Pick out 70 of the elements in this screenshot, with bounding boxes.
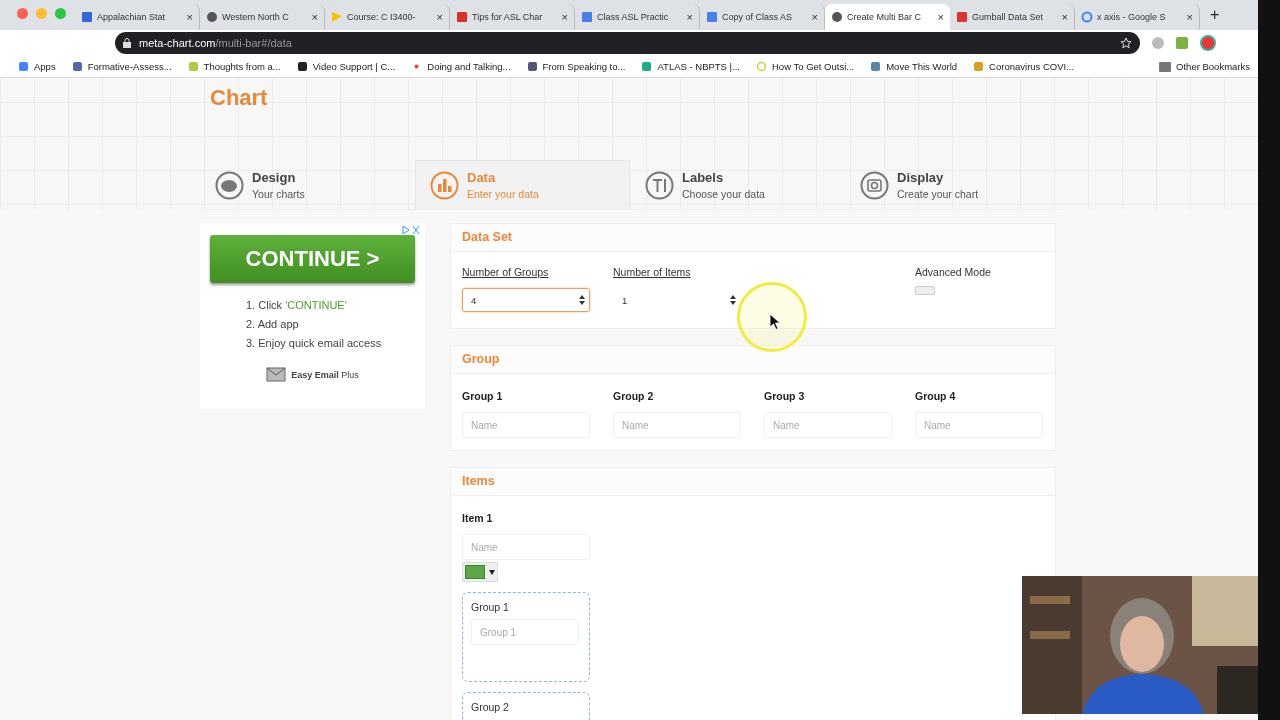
ad-choices-icon[interactable] xyxy=(401,225,421,235)
record-icon[interactable] xyxy=(1200,35,1216,51)
extension-icon[interactable] xyxy=(1152,37,1164,49)
number-select[interactable]: 1 xyxy=(613,288,741,312)
star-icon[interactable] xyxy=(1120,37,1132,49)
field-label: Group 4 xyxy=(915,390,957,402)
close-tab-button[interactable]: × xyxy=(1061,11,1068,23)
ring-icon xyxy=(756,61,767,72)
browser-tab[interactable]: Create Multi Bar C × xyxy=(825,4,950,30)
close-tab-button[interactable]: × xyxy=(186,11,193,23)
close-tab-button[interactable]: × xyxy=(1186,11,1193,23)
eye-icon xyxy=(860,170,889,200)
stepper-arrows-icon xyxy=(730,295,736,305)
apps-icon xyxy=(18,61,29,72)
close-tab-button[interactable]: × xyxy=(436,11,443,23)
close-window-button[interactable] xyxy=(17,8,28,19)
mail-icon xyxy=(266,367,289,383)
field-label: Number of Items xyxy=(613,266,692,278)
ad-step: 2. Add app xyxy=(246,318,382,330)
new-tab-button[interactable]: + xyxy=(1210,6,1220,24)
field-label: Number of Groups xyxy=(462,266,550,278)
field-label: Group 3 xyxy=(764,390,806,402)
step-tab[interactable]: Design Your charts xyxy=(200,160,415,209)
bookmark[interactable]: Apps xyxy=(18,61,56,72)
bookmark[interactable]: ATLAS - NBPTS |... xyxy=(641,61,740,72)
bookmark[interactable]: Doing and Talking... xyxy=(411,61,511,72)
brand-name: Easy Email Plus xyxy=(291,370,359,380)
bookmark[interactable]: Formative-Assess... xyxy=(71,61,172,72)
name-field[interactable]: Name xyxy=(462,412,590,438)
other-bookmarks[interactable]: Other Bookmarks xyxy=(1159,61,1250,72)
value-field[interactable]: Group 1 xyxy=(471,619,579,645)
address-bar[interactable]: meta-chart.com/multi-bar#/data xyxy=(115,32,1140,54)
close-tab-button[interactable]: × xyxy=(311,11,318,23)
bookmark[interactable]: Coronavirus COVI... xyxy=(973,61,1075,72)
field-label: Group 1 xyxy=(471,601,510,613)
bookmark[interactable]: How To Get Outsi... xyxy=(756,61,855,72)
name-field[interactable]: Name xyxy=(613,412,741,438)
text-icon xyxy=(645,170,674,200)
name-field[interactable]: Name xyxy=(764,412,892,438)
bookmark[interactable]: Thoughts from a... xyxy=(187,61,281,72)
page-title: Chart xyxy=(210,84,269,112)
close-tab-button[interactable]: × xyxy=(561,11,568,23)
field-label: Group 1 xyxy=(462,390,504,402)
bookmark[interactable]: From Speaking to... xyxy=(526,61,626,72)
ad-step: 1. Click 'CONTINUE' xyxy=(246,299,382,311)
stepper-arrows-icon xyxy=(579,295,585,305)
field-label: Advanced Mode xyxy=(915,266,992,278)
bookmark[interactable]: Move This World xyxy=(870,61,958,72)
step-tab[interactable]: Display Create your chart xyxy=(845,160,1060,209)
bookmark[interactable]: Video Support | C... xyxy=(296,61,396,72)
field-label: Group 2 xyxy=(613,390,655,402)
close-tab-button[interactable]: × xyxy=(937,11,944,23)
bar-chart-icon xyxy=(430,170,459,200)
field-label: Group 2 xyxy=(471,701,510,713)
close-tab-button[interactable]: × xyxy=(811,11,818,23)
field-label: Item 1 xyxy=(462,512,494,524)
lock-icon xyxy=(123,38,131,48)
ad-step: 3. Enjoy quick email access xyxy=(246,337,382,349)
advanced-mode-toggle[interactable] xyxy=(915,286,935,295)
name-field[interactable]: Name xyxy=(462,534,590,560)
number-select[interactable]: 4 xyxy=(462,288,590,312)
caret-icon xyxy=(489,569,495,575)
minimize-window-button[interactable] xyxy=(36,8,47,19)
folder-icon xyxy=(1159,61,1172,72)
close-tab-button[interactable]: × xyxy=(686,11,693,23)
zoom-window-button[interactable] xyxy=(55,8,66,19)
step-tab[interactable]: Labels Choose your data xyxy=(630,160,845,209)
name-field[interactable]: Name xyxy=(915,412,1043,438)
color-picker[interactable] xyxy=(462,562,498,582)
printer-icon[interactable] xyxy=(1176,37,1188,49)
